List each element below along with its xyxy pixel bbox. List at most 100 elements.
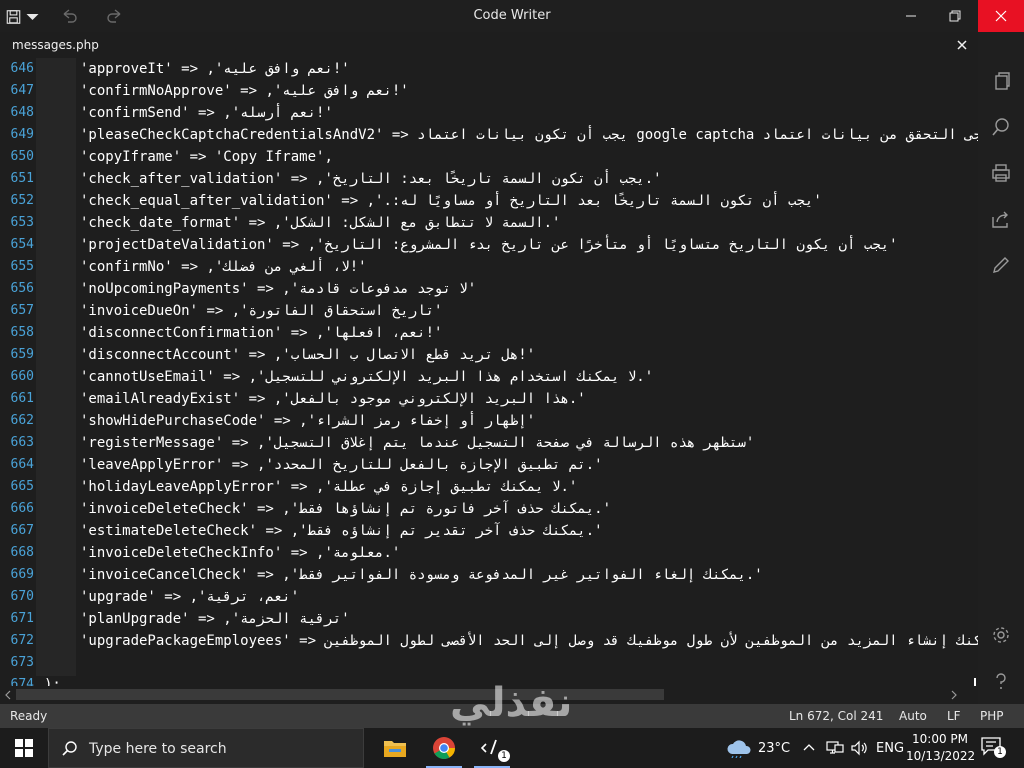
code-key: 'registerMessage' bbox=[80, 435, 224, 451]
line-number-gutter: 646 647 648 649 650 651 652 653 654 655 656 657 658 6… bbox=[0, 58, 36, 686]
code-line[interactable]: 'showHidePurchaseCode' => 'إظهار أو إخفا… bbox=[80, 410, 978, 432]
help-button[interactable] bbox=[988, 668, 1014, 694]
taskbar-search[interactable]: Type here to search bbox=[48, 728, 364, 768]
code-line[interactable]: 'confirmNoApprove' => '!نعم وافق عليه', bbox=[80, 80, 978, 102]
indent-mode[interactable]: Auto bbox=[899, 709, 927, 723]
code-key: 'noUpcomingPayments' bbox=[80, 281, 249, 297]
code-val: '!نعم وافق عليه', bbox=[265, 83, 409, 99]
code-line[interactable]: 'copyIframe' => 'Copy Iframe', bbox=[80, 146, 978, 168]
code-line[interactable]: 'emailAlreadyExist' => '.هذا البريد الإل… bbox=[80, 388, 978, 410]
code-line[interactable]: 'cannotUseEmail' => '.لا يمكنك استخدام ه… bbox=[80, 366, 978, 388]
input-language[interactable]: ENG bbox=[876, 728, 904, 768]
code-key: 'invoiceDeleteCheck' bbox=[80, 501, 249, 517]
code-line[interactable]: 'disconnectConfirmation' => '!نعم، افعله… bbox=[80, 322, 978, 344]
settings-button[interactable] bbox=[988, 622, 1014, 648]
start-button[interactable] bbox=[0, 728, 48, 768]
code-op: => bbox=[198, 303, 232, 319]
code-val: '.معلومة', bbox=[316, 545, 401, 561]
redo-icon[interactable] bbox=[104, 6, 126, 28]
line-number: 650 bbox=[10, 149, 34, 164]
code-line[interactable]: ); bbox=[44, 674, 978, 686]
code-line[interactable]: 'leaveApplyError' => '.تم تطبيق الإجازة … bbox=[80, 454, 978, 476]
code-line[interactable]: 'confirmNo' => '!لا، ألغي من فضلك', bbox=[80, 256, 978, 278]
line-number: 658 bbox=[10, 325, 34, 340]
line-number: 649 bbox=[10, 127, 34, 142]
print-button[interactable] bbox=[988, 160, 1014, 186]
line-number: 672 bbox=[10, 633, 34, 648]
line-ending[interactable]: LF bbox=[947, 709, 961, 723]
show-hidden-icons[interactable] bbox=[802, 728, 816, 768]
save-icon bbox=[6, 10, 21, 24]
code-op: => bbox=[240, 215, 274, 231]
code-line[interactable]: 'invoiceDeleteCheck' => '.يمكنك حذف آخر … bbox=[80, 498, 978, 520]
chevron-down-icon bbox=[26, 14, 39, 20]
minimize-button[interactable] bbox=[888, 0, 934, 32]
code-op: => bbox=[155, 589, 190, 605]
code-key: 'estimateDeleteCheck' bbox=[80, 523, 258, 539]
line-number: 668 bbox=[10, 545, 34, 560]
horizontal-scrollbar[interactable] bbox=[0, 686, 978, 704]
text-cursor bbox=[974, 678, 976, 686]
code-val: '!نعم وافق عليه', bbox=[206, 61, 350, 77]
question-icon bbox=[996, 673, 1006, 689]
close-window-button[interactable] bbox=[978, 0, 1024, 32]
save-menu-button[interactable] bbox=[6, 6, 40, 28]
line-number: 646 bbox=[10, 61, 34, 76]
taskbar-file-explorer[interactable] bbox=[373, 728, 417, 768]
code-op: => bbox=[189, 105, 224, 121]
line-number: 647 bbox=[10, 83, 34, 98]
code-line[interactable]: 'invoiceCancelCheck' => '.يمكنك إلغاء ال… bbox=[80, 564, 978, 586]
title-bar: Code Writer bbox=[0, 0, 1024, 32]
code-line[interactable]: 'noUpcomingPayments' => 'لا توجد مدفوعات… bbox=[80, 278, 978, 300]
line-number: 666 bbox=[10, 501, 34, 516]
code-line[interactable]: 'holidayLeaveApplyError' => '.لا يمكنك ت… bbox=[80, 476, 978, 498]
code-editor[interactable]: 646 647 648 649 650 651 652 653 654 655 656 657 658 6… bbox=[0, 58, 978, 686]
taskbar-code-writer[interactable]: 1 bbox=[470, 728, 514, 768]
line-number: 659 bbox=[10, 347, 34, 362]
taskbar-chrome[interactable] bbox=[422, 728, 466, 768]
code-op: => bbox=[223, 435, 258, 451]
network-status[interactable] bbox=[826, 728, 844, 768]
edit-button[interactable] bbox=[988, 252, 1014, 278]
code-line[interactable]: 'check_date_format' => '.السمة لا تتطابق… bbox=[80, 212, 978, 234]
code-line[interactable]: 'invoiceDeleteCheckInfo' => '.معلومة', bbox=[80, 542, 978, 564]
code-line[interactable]: 'check_after_validation' => '.يجب أن تكو… bbox=[80, 168, 978, 190]
close-tab-icon[interactable] bbox=[954, 37, 970, 53]
notifications-button[interactable]: 1 bbox=[980, 736, 1006, 760]
line-number: 670 bbox=[10, 589, 34, 604]
code-line[interactable]: 'projectDateValidation' => 'يجب أن يكون … bbox=[80, 234, 978, 256]
code-op: => bbox=[282, 545, 317, 561]
clock[interactable]: 10:00 PM 10/13/2022 bbox=[906, 731, 975, 765]
code-line[interactable]: 'invoiceDueOn' => 'تاريخ استحقاق الفاتور… bbox=[80, 300, 978, 322]
code-line[interactable]: 'registerMessage' => 'ستظهر هذه الرسالة … bbox=[80, 432, 978, 454]
code-line[interactable]: 'disconnectAccount' => '!هل تريد قطع الا… bbox=[80, 344, 978, 366]
weather-widget[interactable]: 23°C bbox=[726, 728, 790, 768]
share-button[interactable] bbox=[988, 206, 1014, 232]
scroll-left-icon[interactable] bbox=[2, 689, 14, 701]
volume-control[interactable] bbox=[850, 728, 868, 768]
scroll-right-icon[interactable] bbox=[948, 689, 960, 701]
search-button[interactable] bbox=[988, 114, 1014, 140]
scrollbar-thumb[interactable] bbox=[16, 689, 664, 700]
code-line[interactable]: 'upgrade' => 'نعم، ترقية', bbox=[80, 586, 978, 608]
code-line[interactable]: 'approveIt' => '!نعم وافق عليه', bbox=[80, 58, 978, 80]
code-line[interactable]: 'estimateDeleteCheck' => '.يمكنك حذف آخر… bbox=[80, 520, 978, 542]
code-val: ); bbox=[44, 677, 61, 686]
line-number: 657 bbox=[10, 303, 34, 318]
window-title: Code Writer bbox=[473, 8, 551, 23]
code-line[interactable]: 'planUpgrade' => 'ترقية الحزمة', bbox=[80, 608, 978, 630]
copy-button[interactable] bbox=[988, 68, 1014, 94]
code-op: => bbox=[181, 149, 215, 165]
code-line[interactable] bbox=[80, 652, 978, 674]
code-val: 'إظهار أو إخفاء رمز الشراء', bbox=[299, 413, 536, 429]
cursor-position[interactable]: Ln 672, Col 241 bbox=[789, 709, 883, 723]
code-line[interactable]: 'check_equal_after_validation' => 'يجب أ… bbox=[80, 190, 978, 212]
code-line[interactable]: 'pleaseCheckCaptchaCredentialsAndV2' => … bbox=[80, 124, 978, 146]
code-key: 'showHidePurchaseCode' bbox=[80, 413, 266, 429]
code-line[interactable]: 'confirmSend' => '!نعم أرسله', bbox=[80, 102, 978, 124]
tab-messages-php[interactable]: messages.php bbox=[0, 32, 978, 58]
code-line[interactable]: 'upgradePackageEmployees' => 'لا يمكنك إ… bbox=[80, 630, 978, 652]
undo-icon[interactable] bbox=[58, 6, 80, 28]
language-mode[interactable]: PHP bbox=[980, 709, 1004, 723]
restore-button[interactable] bbox=[932, 0, 978, 32]
